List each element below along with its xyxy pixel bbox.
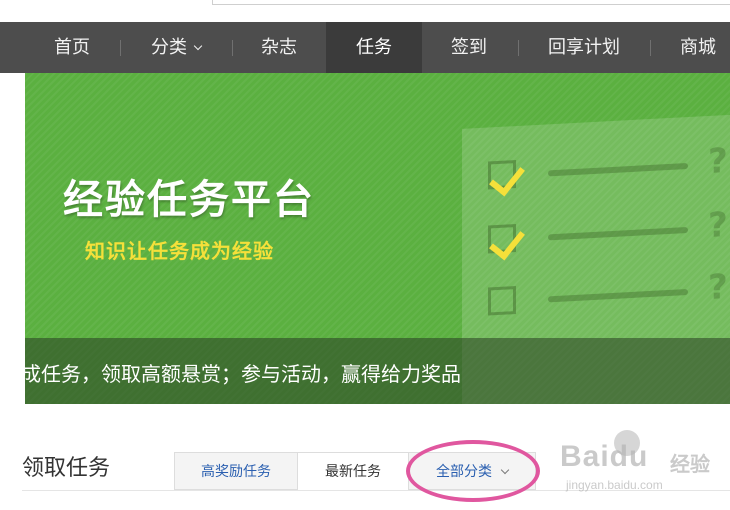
nav-item-share-plan[interactable]: 回享计划 — [520, 22, 648, 73]
nav-separator — [518, 40, 519, 56]
baidu-watermark: Baidu 经验 jingyan.baidu.com — [560, 430, 730, 510]
nav-separator — [120, 40, 121, 56]
checklist-line — [548, 163, 688, 177]
question-mark: ? — [708, 204, 728, 246]
banner-caption-strip: 成任务，领取高额悬赏；参与活动，赢得给力奖品 — [25, 338, 730, 404]
checklist-row: ? — [488, 204, 730, 261]
nav-item-tasks[interactable]: 任务 — [326, 22, 422, 73]
checkmark-icon — [489, 222, 525, 261]
watermark-url: jingyan.baidu.com — [566, 478, 663, 492]
nav-item-label: 分类 — [151, 37, 187, 58]
checklist-line — [548, 289, 688, 303]
nav-item-magazine[interactable]: 杂志 — [234, 22, 324, 73]
search-bar[interactable] — [212, 0, 730, 5]
checklist-line — [548, 227, 688, 241]
tab-label: 高奖励任务 — [201, 464, 271, 480]
highlight-annotation — [406, 440, 540, 502]
banner-title: 经验任务平台 — [63, 177, 315, 223]
paw-icon — [614, 430, 640, 456]
nav-item-home[interactable]: 首页 — [28, 22, 116, 73]
chevron-down-icon — [193, 41, 203, 51]
nav-item-label: 杂志 — [261, 37, 297, 58]
tab-high-reward[interactable]: 高奖励任务 — [174, 452, 298, 490]
nav-item-label: 首页 — [54, 37, 90, 58]
checkbox-icon — [488, 286, 516, 316]
nav-item-label: 商城 — [680, 37, 716, 58]
banner-subtitle: 知识让任务成为经验 — [85, 239, 274, 263]
nav-item-label: 回享计划 — [548, 37, 620, 58]
nav-item-category[interactable]: 分类 — [122, 22, 230, 73]
checkmark-icon — [489, 158, 525, 197]
checkbox-icon — [488, 222, 525, 261]
banner-caption: 成任务，领取高额悬赏；参与活动，赢得给力奖品 — [25, 362, 461, 386]
section-title: 领取任务 — [22, 456, 111, 481]
question-mark: ? — [708, 140, 728, 182]
checklist-row: ? — [488, 266, 730, 320]
watermark-product: 经验 — [670, 452, 710, 476]
tab-label: 最新任务 — [325, 464, 381, 480]
nav-item-checkin[interactable]: 签到 — [422, 22, 516, 73]
task-platform-banner[interactable]: 经验任务平台 知识让任务成为经验 ? ? ? 成任务，领取高额悬赏；参与活动，赢… — [25, 73, 730, 404]
nav-item-mall[interactable]: 商城 — [652, 22, 730, 73]
nav-item-label: 签到 — [451, 37, 487, 58]
checklist-row: ? — [488, 140, 730, 197]
checkbox-icon — [488, 158, 525, 197]
main-nav: 首页 分类 杂志 任务 签到 回享计划 商城 — [0, 22, 730, 73]
nav-item-label: 任务 — [356, 37, 392, 58]
nav-separator — [232, 40, 233, 56]
tab-newest[interactable]: 最新任务 — [298, 452, 408, 490]
question-mark: ? — [708, 266, 728, 308]
nav-separator — [650, 40, 651, 56]
